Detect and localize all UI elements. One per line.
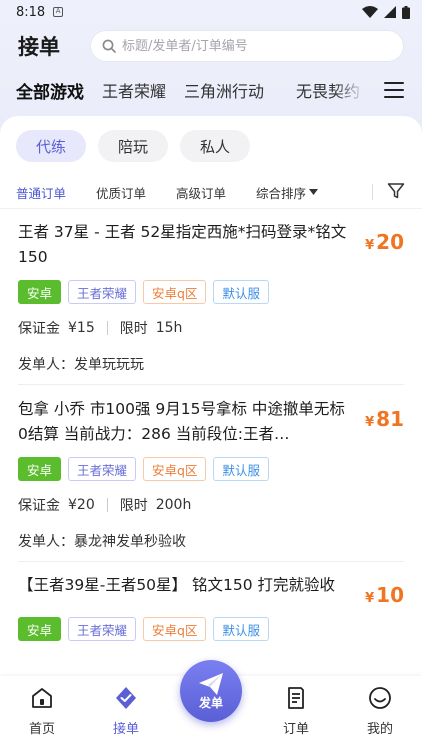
search-bar[interactable] — [90, 30, 404, 62]
tag-region: 安卓q区 — [143, 280, 207, 304]
pill-private[interactable]: 私人 — [180, 130, 251, 162]
time-limit-value: 15h — [155, 320, 183, 336]
sort-premium-orders[interactable]: 高级订单 — [176, 183, 226, 202]
order-tags: 安卓 王者荣耀 安卓q区 默认服 — [18, 280, 404, 304]
game-tabs: 全部游戏 王者荣耀 三角洲行动 无畏契约 — [0, 72, 422, 108]
time-limit-label: 限时 — [119, 498, 148, 514]
price-symbol: ¥ — [365, 415, 375, 430]
deposit-label: 保证金 — [18, 498, 60, 514]
tag-server: 默认服 — [213, 457, 269, 481]
status-time: 8:18 — [16, 4, 46, 20]
tag-region: 安卓q区 — [143, 457, 207, 481]
status-bar: 8:18 A — [0, 0, 422, 24]
nav-home-label: 首页 — [28, 722, 55, 737]
price-value: 10 — [376, 583, 404, 607]
tag-game: 王者荣耀 — [68, 280, 137, 304]
order-price: ¥ 81 — [365, 397, 404, 447]
menu-icon[interactable] — [384, 80, 404, 100]
order-meta: 保证金 ¥15 限时 15h — [18, 318, 404, 338]
order-sender: 发单人：暴龙神发单秒验收 — [18, 531, 404, 551]
order-card[interactable]: 包拿 小乔 市100强 9月15号拿标 中途撤单无标0结算 当前战力：286 当… — [0, 397, 422, 551]
nav-orders[interactable]: 订单 — [266, 686, 326, 737]
deposit-label: 保证金 — [18, 321, 60, 337]
sender-name: 发单玩玩玩 — [74, 357, 144, 373]
nav-mine[interactable]: 我的 — [350, 686, 410, 737]
sender-label: 发单人： — [18, 534, 74, 550]
card-divider — [18, 384, 404, 385]
tab-all-games[interactable]: 全部游戏 — [16, 78, 84, 103]
filter-icon[interactable] — [387, 182, 405, 200]
sort-row: 普通订单 优质订单 高级订单 综合排序 — [0, 176, 422, 208]
sort-divider — [372, 184, 373, 200]
check-badge-icon — [116, 687, 136, 709]
battery-icon — [402, 5, 410, 19]
sort-dropdown[interactable]: 综合排序 — [256, 183, 319, 202]
card-divider — [18, 561, 404, 562]
price-value: 81 — [376, 407, 404, 431]
deposit-value: ¥15 — [68, 320, 95, 336]
sort-normal-orders[interactable]: 普通订单 — [16, 183, 66, 202]
order-title: 【王者39星-王者50星】 铭文150 打完就验收 — [18, 576, 335, 594]
tab-delta-force[interactable]: 三角洲行动 — [184, 78, 264, 102]
profile-smile-icon — [369, 687, 391, 709]
sort-dropdown-label: 综合排序 — [256, 185, 307, 201]
tab-valorant[interactable]: 无畏契约 — [296, 72, 366, 108]
deposit-value: ¥20 — [68, 497, 95, 513]
order-price: ¥ 20 — [365, 220, 404, 270]
signal-icon — [384, 6, 396, 18]
sort-quality-orders[interactable]: 优质订单 — [96, 183, 146, 202]
tag-platform: 安卓 — [18, 457, 62, 481]
content-panel: 代练 陪玩 私人 普通订单 优质订单 高级订单 综合排序 王者 37星 - 王者… — [0, 116, 422, 676]
tag-game: 王者荣耀 — [68, 457, 137, 481]
price-symbol: ¥ — [365, 591, 375, 606]
status-icons — [362, 5, 410, 19]
document-icon — [288, 687, 304, 709]
meta-divider — [106, 321, 108, 335]
order-tags: 安卓 王者荣耀 安卓q区 默认服 — [18, 457, 404, 481]
order-sender: 发单人：发单玩玩玩 — [18, 354, 404, 374]
order-type-pills: 代练 陪玩 私人 — [16, 130, 251, 162]
search-input[interactable] — [122, 38, 392, 54]
order-card[interactable]: 【王者39星-王者50星】 铭文150 打完就验收 ¥ 10 安卓 王者荣耀 安… — [0, 573, 422, 641]
order-meta: 保证金 ¥20 限时 200h — [18, 495, 404, 515]
nav-take-orders-label: 接单 — [112, 722, 139, 737]
pill-companion[interactable]: 陪玩 — [98, 130, 169, 162]
price-symbol: ¥ — [365, 238, 375, 253]
notification-icon: A — [53, 7, 64, 17]
nav-take-orders[interactable]: 接单 — [96, 686, 156, 737]
publish-order-button[interactable]: 发单 — [180, 660, 242, 722]
sort-separator — [0, 208, 422, 209]
tag-server: 默认服 — [213, 617, 269, 641]
tag-platform: 安卓 — [18, 617, 62, 641]
price-value: 20 — [376, 230, 404, 254]
search-icon — [102, 39, 116, 53]
tag-platform: 安卓 — [18, 280, 62, 304]
meta-divider — [106, 498, 108, 512]
order-title: 包拿 小乔 市100强 9月15号拿标 中途撤单无标0结算 当前战力：286 当… — [18, 400, 345, 443]
order-card[interactable]: 王者 37星 - 王者 52星指定西施*扫码登录*铭文150 ¥ 20 安卓 王… — [0, 220, 422, 374]
tag-server: 默认服 — [213, 280, 269, 304]
page-title: 接单 — [18, 35, 60, 59]
order-tags: 安卓 王者荣耀 安卓q区 默认服 — [18, 617, 404, 641]
wifi-icon — [362, 6, 378, 18]
sender-name: 暴龙神发单秒验收 — [74, 534, 186, 550]
tag-game: 王者荣耀 — [68, 617, 137, 641]
home-icon — [32, 688, 52, 708]
time-limit-value: 200h — [155, 497, 192, 513]
pill-boosting[interactable]: 代练 — [16, 130, 87, 162]
time-limit-label: 限时 — [119, 321, 148, 337]
tab-honor-of-kings[interactable]: 王者荣耀 — [102, 78, 166, 102]
nav-home[interactable]: 首页 — [12, 686, 72, 737]
page-header: 接单 — [0, 24, 422, 68]
caret-down-icon — [309, 189, 319, 195]
nav-orders-label: 订单 — [282, 722, 309, 737]
order-price: ¥ 10 — [365, 573, 404, 607]
tag-region: 安卓q区 — [143, 617, 207, 641]
nav-mine-label: 我的 — [366, 722, 393, 737]
sender-label: 发单人： — [18, 357, 74, 373]
paper-plane-icon — [199, 672, 223, 695]
order-title: 王者 37星 - 王者 52星指定西施*扫码登录*铭文150 — [18, 223, 347, 266]
publish-label: 发单 — [198, 695, 223, 710]
